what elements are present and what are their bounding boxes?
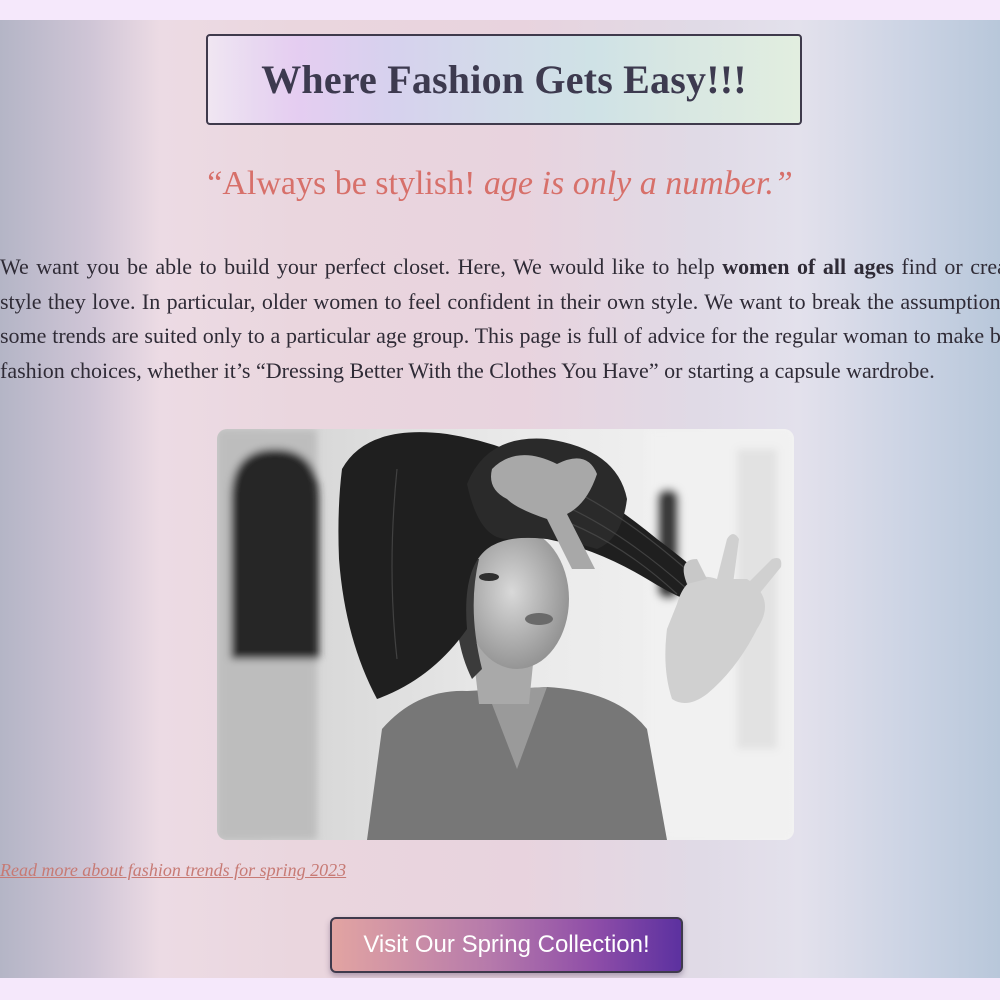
read-more-link[interactable]: Read more about fashion trends for sprin…: [0, 860, 346, 881]
visit-spring-collection-button[interactable]: Visit Our Spring Collection!: [330, 917, 683, 973]
quote-text: “Always be stylish!: [207, 165, 484, 202]
hero-photo: [217, 429, 794, 840]
intro-paragraph: We want you be able to build your perfec…: [0, 250, 1000, 388]
title-banner: Where Fashion Gets Easy!!!: [206, 34, 802, 125]
quote-emphasis: age is only a number.”: [483, 165, 793, 202]
page-background: Where Fashion Gets Easy!!! “Always be st…: [0, 20, 1000, 978]
page-title: Where Fashion Gets Easy!!!: [261, 57, 747, 102]
tagline-quote: “Always be stylish! age is only a number…: [0, 165, 1000, 203]
intro-text-start: We want you be able to build your perfec…: [0, 254, 723, 279]
intro-highlight: women of all ages: [722, 254, 894, 279]
